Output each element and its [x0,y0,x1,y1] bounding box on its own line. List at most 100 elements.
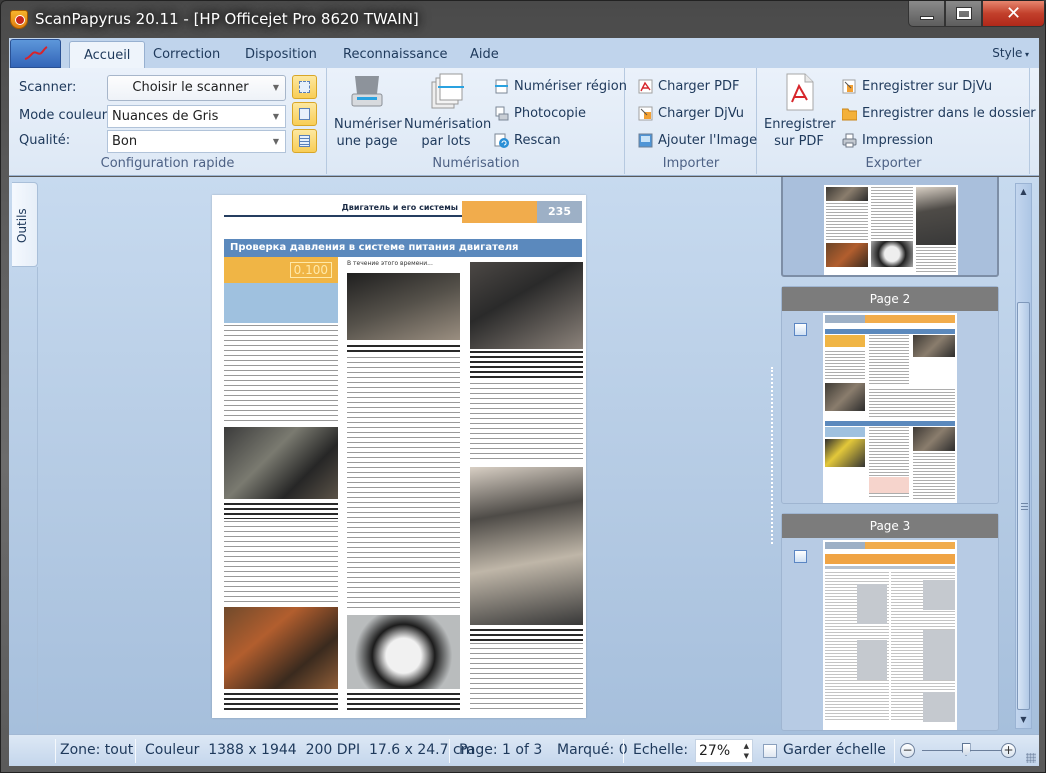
save-pdf-line2: sur PDF [774,134,824,149]
caption [347,693,460,713]
load-pdf-button[interactable]: Charger PDF [638,79,739,94]
scrollbar-thumb[interactable] [1017,302,1030,710]
status-divider [894,739,895,763]
tab-reconnaissance[interactable]: Reconnaissance [329,41,462,69]
tab-correction[interactable]: Correction [139,41,234,69]
folder-icon [841,106,858,121]
thumbnail-label: Page 2 [782,287,998,311]
thumbnail-panel: Page 2 Page 3 [779,177,1015,734]
thumbnail-page-1[interactable] [781,177,999,277]
caption [347,345,460,355]
scroll-up-icon[interactable]: ▲ [1016,184,1031,200]
rescan-button[interactable]: Rescan [494,133,561,148]
window-controls: ✕ [908,1,1045,28]
ribbon-tab-bar: Accueil Correction Disposition Reconnais… [9,38,1039,69]
pdf-document-icon [779,72,819,112]
save-folder-button[interactable]: Enregistrer dans le dossier [841,106,1036,121]
page-area-button[interactable] [292,75,317,99]
pdf-icon [638,79,653,94]
style-menu-label: Style [992,46,1023,60]
page-number: 235 [537,201,582,223]
batch-scan-button[interactable]: Numérisation par lots [404,72,491,150]
tab-disposition[interactable]: Disposition [231,41,331,69]
photo-rail [224,427,338,499]
scan-region-button[interactable]: Numériser région [494,79,627,94]
scan-page-line1: Numériser [334,117,402,132]
application-menu-button[interactable] [10,39,61,68]
section-title: Проверка давления в системе питания двиг… [224,239,582,257]
print-button[interactable]: Impression [842,133,933,148]
djvu-icon [638,106,653,121]
zoom-out-icon[interactable]: − [900,743,915,758]
app-window: ScanPapyrus 20.11 - [HP Officejet Pro 86… [0,0,1046,773]
minimize-button[interactable] [908,1,945,27]
workspace: Outils Двигатель и его системы 235 Прове… [9,177,1039,734]
thumbnail-checkbox[interactable] [794,323,807,336]
save-folder-label: Enregistrer dans le dossier [862,106,1036,121]
keep-scale-checkbox[interactable] [763,744,777,758]
thumbnail-page-3[interactable]: Page 3 [781,513,999,731]
tools-side-tab[interactable]: Outils [12,182,38,267]
gauge-box: 0.100 [224,257,338,283]
scale-value: 27% [699,743,731,759]
photocopy-icon [494,106,509,121]
crop-frame-icon [299,108,310,120]
scanned-page-preview[interactable]: Двигатель и его системы 235 Проверка дав… [212,195,586,718]
color-mode-label: Mode couleur: [19,108,112,123]
thumbnail-page-2[interactable]: Page 2 [781,286,999,504]
group-label-exporter: Exporter [865,156,922,171]
scan-page-button[interactable]: Numériser une page [334,72,402,150]
djvu-save-icon [842,79,857,94]
group-label-importer: Importer [662,156,720,171]
style-menu[interactable]: Style ▾ [992,46,1029,60]
zoom-slider-handle[interactable] [961,743,971,756]
color-mode-select[interactable]: Nuances de Gris ▼ [107,105,286,128]
app-menu-icon [24,46,48,60]
tab-aide[interactable]: Aide [456,41,513,69]
thumbnail-checkbox[interactable] [794,550,807,563]
resize-grip-icon[interactable] [1026,753,1036,763]
load-djvu-label: Charger DjVu [658,106,744,121]
scale-input[interactable]: 27% ▲ ▼ [695,739,753,763]
status-divider [135,739,136,763]
document-lines-button[interactable] [292,129,317,153]
spin-arrows-icon[interactable]: ▲ ▼ [744,741,749,761]
save-pdf-button[interactable]: Enregistrer sur PDF [764,72,836,150]
color-mode-value: Nuances de Gris [112,109,219,124]
load-djvu-button[interactable]: Charger DjVu [638,106,744,121]
close-button[interactable]: ✕ [982,1,1045,27]
zoom-in-icon[interactable]: + [1001,743,1016,758]
thumbnail-image [823,540,957,730]
group-numerisation: Numériser une page Numérisation par lots… [328,68,627,174]
image-info-status: Couleur 1388 x 1944 200 DPI 17.6 x 24.7 … [145,742,475,758]
add-image-button[interactable]: Ajouter l'Image [638,133,757,148]
group-importer: Charger PDF Charger DjVu Ajouter l'Image… [626,68,757,174]
status-divider [449,739,450,763]
page-header-text: Двигатель и его системы [341,203,458,212]
quality-select[interactable]: Bon ▼ [107,130,286,153]
page-running-header: Двигатель и его системы [224,203,462,217]
quality-label: Qualité: [19,133,71,148]
thumbnail-scrollbar[interactable]: ▲ ▼ [1015,183,1032,729]
marked-status: Marqué: 0 [557,742,628,758]
chevron-down-icon: ▼ [272,83,279,92]
photo-pump [347,615,460,689]
caption [470,351,583,381]
tab-accueil[interactable]: Accueil [69,41,146,69]
panel-splitter[interactable] [771,367,773,544]
scroll-down-icon[interactable]: ▼ [1016,712,1031,728]
group-label-configuration: Configuration rapide [100,156,235,171]
rescan-label: Rescan [514,133,561,148]
crop-frame-button[interactable] [292,102,317,126]
scan-page-line2: une page [336,134,398,149]
maximize-button[interactable] [945,1,982,27]
photocopy-button[interactable]: Photocopie [494,106,586,121]
scan-region-label: Numériser région [514,79,627,94]
photo-gauge [347,273,460,340]
maximize-icon [955,7,972,20]
scanner-label: Scanner: [19,80,77,95]
gauge-readout: 0.100 [289,262,332,278]
zone-status: Zone: tout [60,742,134,758]
save-djvu-button[interactable]: Enregistrer sur DjVu [842,79,992,94]
scanner-select[interactable]: Choisir le scanner ▼ [107,75,286,101]
